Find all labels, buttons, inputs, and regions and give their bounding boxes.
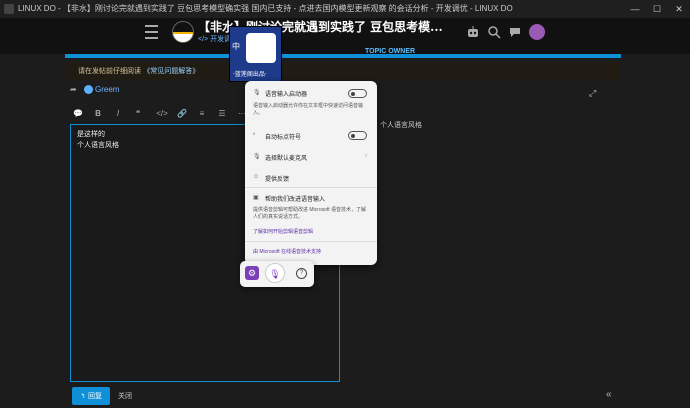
window-title: LINUX DO - 【非水】刚讨论完就遇到实践了 豆包思考模型确实强 国内已支… [18,4,513,13]
link-button[interactable]: 🔗 [176,109,188,118]
settings-gear-icon[interactable]: ⚙ [245,266,259,280]
close-window-button[interactable]: ✕ [669,0,689,18]
microphone-icon: 🎙 [253,154,261,160]
preview-text: 个人语言风格 [380,121,422,129]
composer-top-bar [65,54,621,58]
improve-icon: ▣ [253,195,259,201]
reply-arrow-icon: ➦ [70,85,77,94]
user-icon [84,85,93,95]
launcher-toggle[interactable] [348,89,367,98]
chevron-right-icon: › [365,153,367,159]
microphone-button[interactable]: 🎙 [265,263,285,283]
feedback-icon: ☺ [253,174,260,180]
minimize-button[interactable]: — [625,0,645,18]
search-icon[interactable] [487,25,501,39]
voice-typing-settings-panel: 🎙 语音输入启动器 语音输入启动器允许你在文本框中快速访问语音输入。 ❛ 自动标… [245,81,377,265]
notice-banner: 请在发帖前仔细阅读 《常见问题解答》 [66,62,620,80]
code-button[interactable]: </> [154,109,170,118]
ime-caption: ·蓝莲阁出品· [233,71,267,78]
faq-link[interactable]: 《常见问题解答》 [143,67,199,75]
voice-typing-bar: ⚙ 🎙 ? [240,261,314,287]
numbered-list-button[interactable]: ☰ [216,109,228,118]
microphone-label: 选择默认麦克风 [265,156,308,162]
help-icon[interactable]: ? [296,268,307,279]
feedback-label: 提供反馈 [265,177,290,183]
reply-to-user[interactable]: Greem [95,85,119,94]
maximize-button[interactable]: ☐ [647,0,667,18]
notice-text: 请在发帖前仔细阅读 [78,67,141,75]
bullet-list-button[interactable]: ≡ [196,109,208,118]
launcher-description: 语音输入启动器允许你在文本框中快速访问语音输入。 [253,103,364,116]
app-icon [4,4,14,14]
ime-mascot-icon [246,33,276,63]
preview-panel: 个人语言风格 [360,90,620,130]
launcher-label: 语音输入启动器 [265,92,308,98]
reply-button[interactable]: ↰ 回复 [72,387,110,405]
italic-button[interactable]: I [112,109,124,118]
quote-button[interactable]: 💬 [72,109,84,118]
collapse-preview-icon[interactable]: « [606,389,612,400]
ime-mode-indicator[interactable]: 中 [232,41,240,52]
blockquote-button[interactable]: ❝ [132,109,144,118]
bold-button[interactable]: B [92,109,104,118]
close-composer-button[interactable]: 关闭 [118,387,132,405]
reply-button-label: 回复 [88,392,103,400]
punctuation-icon: ❛ [253,133,255,139]
improve-label: 帮助我们改进语音输入 [265,197,326,203]
site-logo[interactable] [172,21,194,43]
punctuation-label: 自动标点符号 [265,135,302,141]
user-avatar[interactable] [529,24,545,40]
learn-more-link[interactable]: 了解如何开始剪辑语音剪辑 [253,228,313,235]
chat-icon[interactable] [508,25,522,39]
divider [245,187,377,188]
mic-icon: 🎙 [253,90,261,96]
punctuation-toggle[interactable] [348,131,367,140]
composer-header: ➦ Greem [70,85,119,99]
microsoft-footer-link[interactable]: 由 Microsoft 在线语音技术支持 [253,248,321,255]
divider [245,241,377,242]
ime-toolbar[interactable]: 中 ·蓝莲阁出品· [229,26,282,82]
hamburger-menu-icon[interactable] [145,25,158,39]
robot-icon[interactable] [466,25,480,39]
improve-description: 提供语音剪辑可帮助改进 Microsoft 语音技术，了解人们的真实说话方式。 [253,207,367,220]
window-titlebar: LINUX DO - 【非水】刚讨论完就遇到实践了 豆包思考模型确实强 国内已支… [0,0,690,18]
